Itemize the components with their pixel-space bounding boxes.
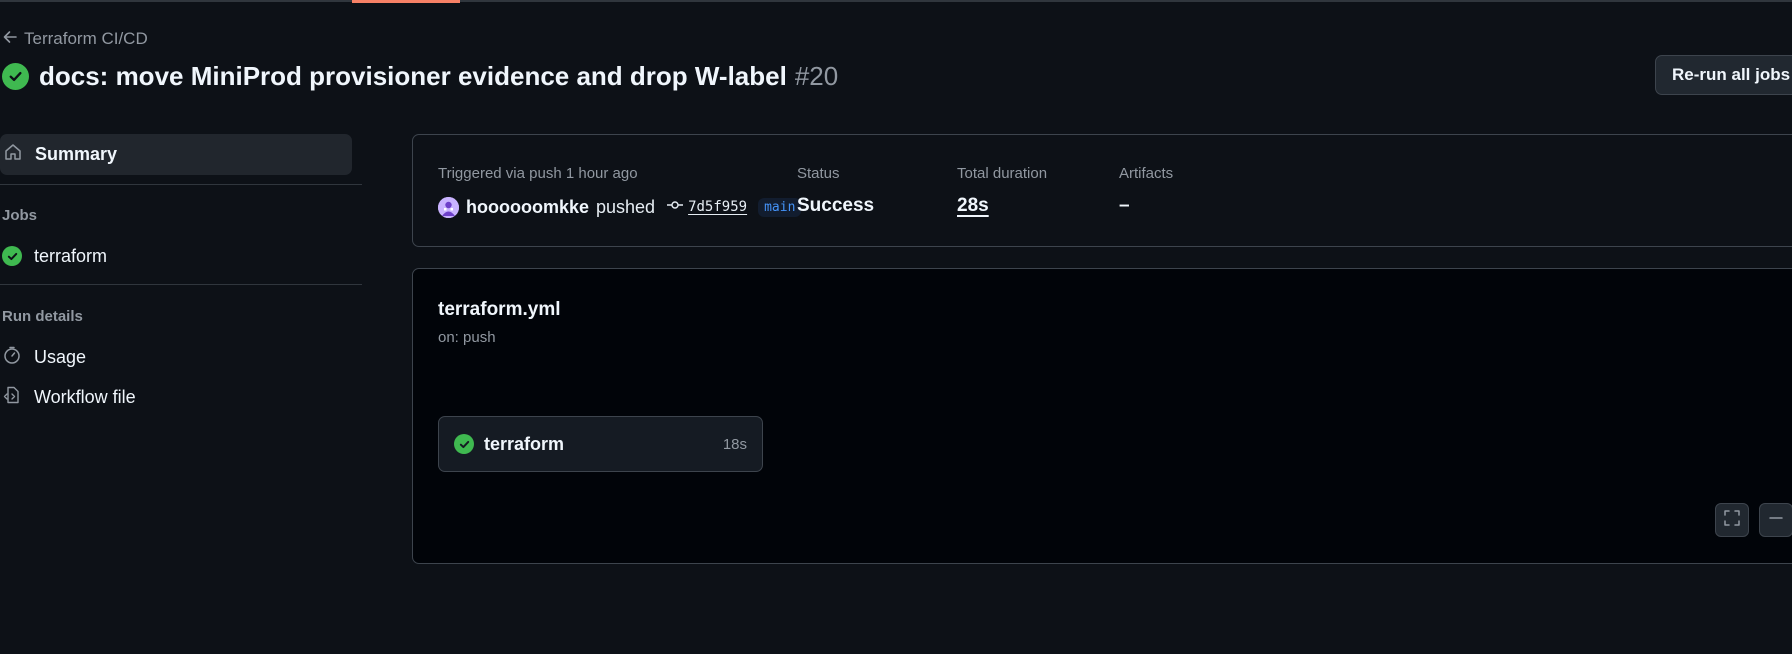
active-tab-indicator xyxy=(352,0,460,3)
check-circle-icon xyxy=(454,434,474,454)
run-summary-card: Triggered via push 1 hour ago hoooooomkk… xyxy=(412,134,1792,247)
stopwatch-icon xyxy=(2,345,22,370)
status-label: Status xyxy=(797,165,840,182)
workflow-file-name: terraform.yml xyxy=(438,299,561,320)
commit-sha: 7d5f959 xyxy=(688,199,748,215)
status-value: Success xyxy=(797,195,875,216)
page-title-row: docs: move MiniProd provisioner evidence… xyxy=(2,58,838,94)
trigger-details: hoooooomkke pushed 7d5f959 main xyxy=(438,195,802,219)
sidebar-item-label: terraform xyxy=(34,245,108,266)
divider xyxy=(0,284,362,285)
sidebar-item-summary[interactable]: Summary xyxy=(0,134,352,175)
triggered-label: Triggered via push 1 hour ago xyxy=(438,165,638,182)
commit-icon xyxy=(666,198,684,216)
sidebar-item-job-terraform[interactable]: terraform xyxy=(0,240,352,272)
duration-label: Total duration xyxy=(957,165,1048,182)
sidebar-item-label: Summary xyxy=(35,144,118,164)
rerun-all-jobs-button[interactable]: Re-run all jobs xyxy=(1655,55,1792,95)
sidebar-item-workflow-file[interactable]: Workflow file xyxy=(0,381,352,413)
sidebar-item-label: Workflow file xyxy=(34,386,136,407)
artifacts-label: Artifacts xyxy=(1119,165,1174,182)
commit-link[interactable]: 7d5f959 xyxy=(666,198,747,216)
arrow-left-icon xyxy=(2,29,18,50)
jobs-section-heading: Jobs xyxy=(2,207,38,224)
artifacts-value: – xyxy=(1119,195,1130,216)
workflow-file-icon xyxy=(2,385,22,410)
sidebar-item-usage[interactable]: Usage xyxy=(0,341,352,373)
job-node-terraform[interactable]: terraform 18s xyxy=(438,416,763,472)
workflow-graph-card: terraform.yml on: push terraform 18s xyxy=(412,268,1792,564)
job-duration: 18s xyxy=(722,435,747,453)
fullscreen-button[interactable] xyxy=(1715,503,1749,537)
check-circle-icon xyxy=(2,62,29,90)
job-name: terraform xyxy=(484,433,565,454)
home-icon xyxy=(3,142,23,167)
back-to-workflow-link[interactable]: Terraform CI/CD xyxy=(2,28,148,50)
sidebar-item-label: Usage xyxy=(34,346,87,367)
branch-badge[interactable]: main xyxy=(758,197,802,217)
divider xyxy=(0,184,362,185)
zoom-out-icon xyxy=(1767,509,1785,532)
fullscreen-icon xyxy=(1723,509,1741,532)
check-circle-icon xyxy=(2,246,22,266)
action-text: pushed xyxy=(596,196,656,217)
top-border xyxy=(0,0,1792,2)
back-link-label: Terraform CI/CD xyxy=(24,29,148,48)
avatar[interactable] xyxy=(438,196,459,218)
zoom-out-button[interactable] xyxy=(1759,503,1792,537)
page-title: docs: move MiniProd provisioner evidence… xyxy=(39,60,787,91)
actor-link[interactable]: hoooooomkke xyxy=(466,197,589,218)
workflow-trigger: on: push xyxy=(438,329,496,346)
duration-link[interactable]: 28s xyxy=(957,195,989,217)
run-number: #20 xyxy=(794,60,839,91)
run-details-section-heading: Run details xyxy=(2,308,83,325)
